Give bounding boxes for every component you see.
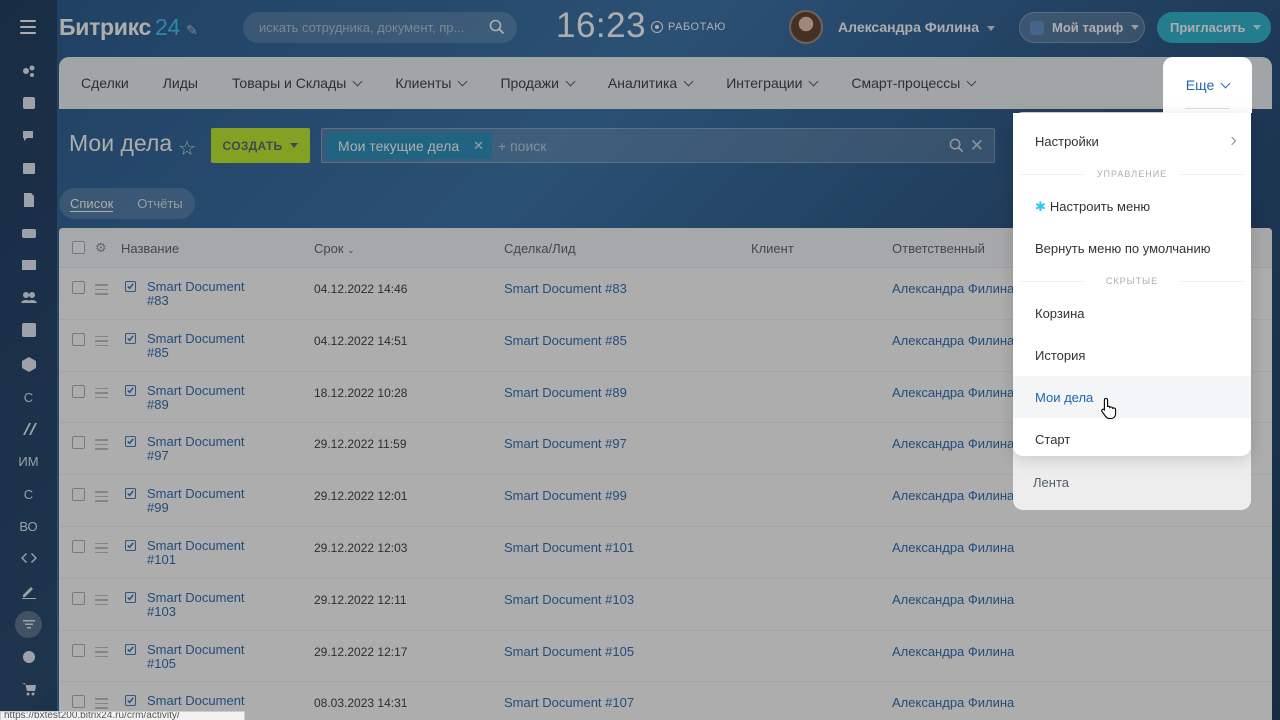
dropdown-item-reset-menu[interactable]: Вернуть меню по умолчанию — [1035, 241, 1210, 256]
status-bar-url: https://bxtest200.bitrix24.ru/crm/activi… — [0, 711, 245, 720]
section-hidden: СКРЫТЫЕ — [1013, 276, 1251, 286]
dropdown-item-my-activities[interactable]: Мои дела — [1035, 390, 1093, 405]
dropdown-item-start[interactable]: Старт — [1035, 432, 1070, 447]
dropdown-item-configure-menu[interactable]: ✱ Настроить меню — [1035, 199, 1150, 215]
dropdown-item-trash[interactable]: Корзина — [1035, 306, 1085, 321]
gear-icon: ✱ — [1035, 199, 1046, 214]
hand-cursor-icon — [1101, 397, 1117, 419]
section-manage: УПРАВЛЕНИЕ — [1013, 169, 1251, 179]
dropdown-item-feed[interactable]: Лента — [1033, 475, 1069, 490]
dropdown-item-history[interactable]: История — [1035, 348, 1085, 363]
dropdown-item-settings[interactable]: Настройки — [1035, 134, 1235, 149]
chevron-down-icon — [1220, 78, 1231, 88]
more-dropdown: Настройки УПРАВЛЕНИЕ ✱ Настроить меню Вер… — [1013, 113, 1251, 456]
menu-more-button[interactable]: Еще — [1163, 57, 1252, 113]
